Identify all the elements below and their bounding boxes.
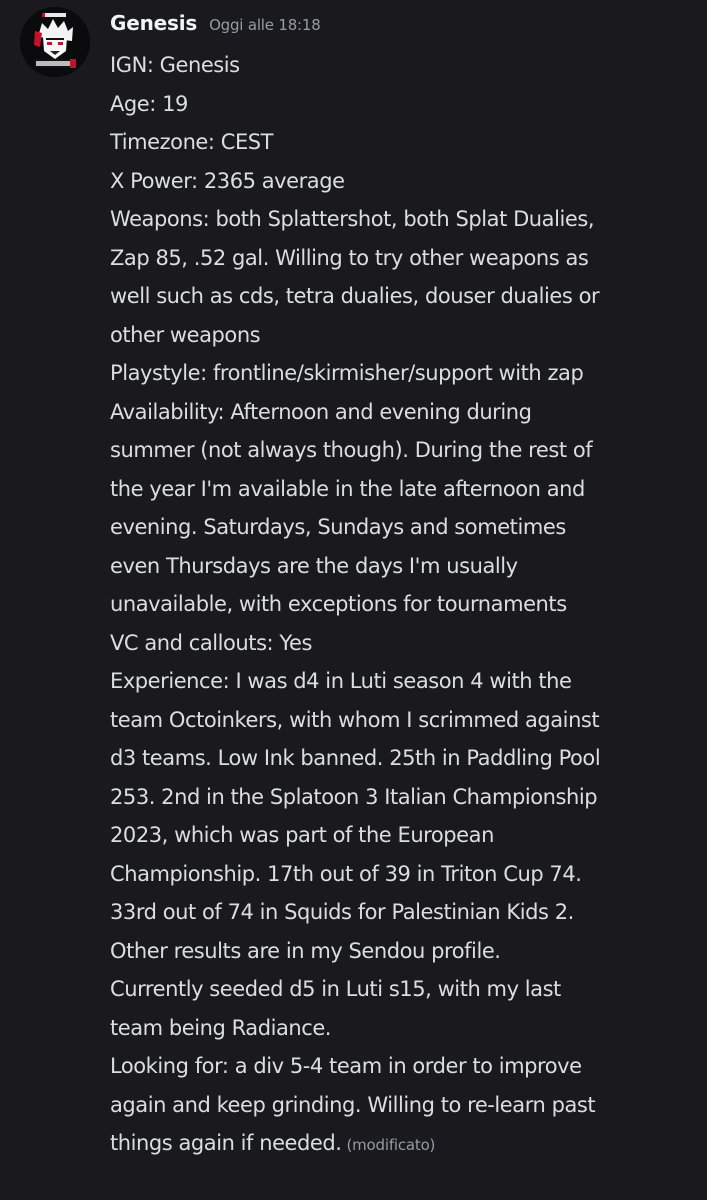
message-line: Experience: I was d4 in Luti season 4 wi… (110, 669, 572, 693)
username[interactable]: Genesis (110, 11, 197, 35)
anime-character-avatar-icon (20, 7, 90, 77)
avatar[interactable] (20, 7, 90, 77)
message-line: Availability: Afternoon and evening duri… (110, 399, 532, 424)
message-content: Genesis Oggi alle 18:18 IGN: Genesis Age… (110, 11, 700, 1163)
edited-label[interactable]: (modificato) (346, 1136, 435, 1154)
message-line: team Octoinkers, with whom I scrimmed ag… (110, 707, 600, 732)
timestamp[interactable]: Oggi alle 18:18 (209, 16, 321, 34)
message-header: Genesis Oggi alle 18:18 (110, 11, 700, 41)
message-line: Playstyle: frontline/skirmisher/support … (110, 361, 584, 385)
message-line: 2023, which was part of the European (110, 823, 494, 847)
message-line: well such as cds, tetra dualies, douser … (110, 284, 600, 308)
message-line: team being Radiance. (110, 1015, 332, 1040)
message-line: X Power: 2365 average (110, 168, 345, 193)
message-line: evening. Saturdays, Sundays and sometime… (110, 515, 566, 539)
message-line: Age: 19 (110, 91, 188, 116)
message-line: Currently seeded d5 in Luti s15, with my… (110, 977, 561, 1001)
message-line: summer (not always though). During the r… (110, 438, 593, 462)
message-line: VC and callouts: Yes (110, 630, 312, 655)
message-line: Weapons: both Splattershot, both Splat D… (110, 207, 595, 231)
message-line: Championship. 17th out of 39 in Triton C… (110, 861, 582, 886)
message-line: 253. 2nd in the Splatoon 3 Italian Champ… (110, 784, 598, 809)
message-line: again and keep grinding. Willing to re-l… (110, 1092, 596, 1117)
message-last-line: things again if needed. (modificato) (110, 1124, 700, 1163)
message-line: 33rd out of 74 in Squids for Palestinian… (110, 900, 574, 924)
message-line: even Thursdays are the days I'm usually (110, 553, 518, 578)
message-line: Zap 85, .52 gal. Willing to try other we… (110, 245, 589, 270)
message-line-text: things again if needed. (110, 1131, 342, 1155)
message-line: the year I'm available in the late after… (110, 476, 585, 501)
message-line: d3 teams. Low Ink banned. 25th in Paddli… (110, 746, 601, 770)
message-line: other weapons (110, 322, 261, 347)
message-line: Other results are in my Sendou profile. (110, 938, 501, 963)
message-line: unavailable, with exceptions for tournam… (110, 592, 567, 616)
message-body: IGN: Genesis Age: 19 Timezone: CEST X Po… (110, 46, 700, 1163)
message-line: Timezone: CEST (110, 130, 274, 154)
message-line: Looking for: a div 5-4 team in order to … (110, 1054, 582, 1078)
chat-message: Genesis Oggi alle 18:18 IGN: Genesis Age… (0, 0, 707, 1200)
message-line: IGN: Genesis (110, 53, 240, 77)
